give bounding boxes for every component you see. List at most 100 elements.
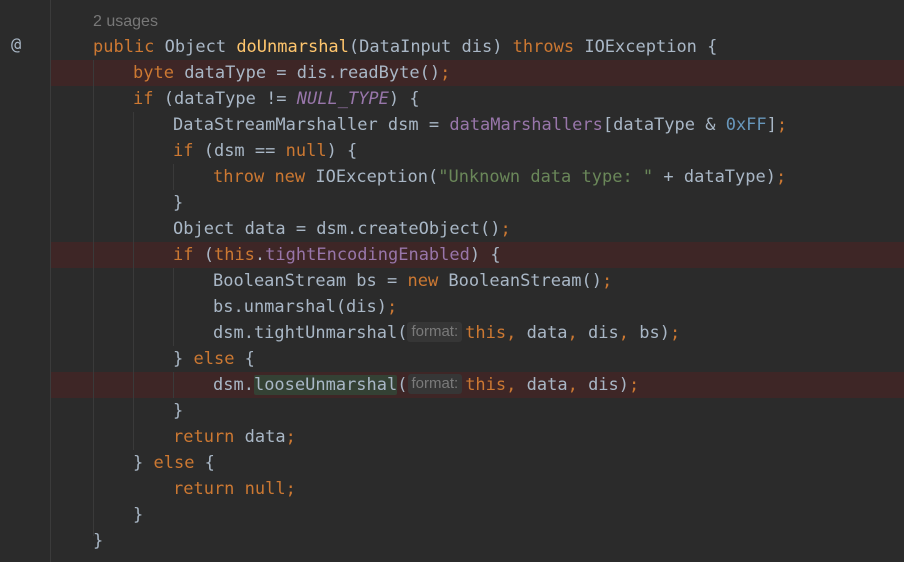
semicolon: ; <box>285 479 296 499</box>
semicolon: ; <box>285 427 296 447</box>
comma: , <box>506 323 517 343</box>
code-text: [dataType & <box>602 115 726 135</box>
keyword-token: new <box>407 271 439 291</box>
code-text: dis) <box>577 375 630 395</box>
code-line[interactable]: dsm.looseUnmarshal(format: this, data, di… <box>93 372 787 398</box>
usages-inlay[interactable]: 2 usages <box>93 8 787 34</box>
code-text: } <box>173 193 184 213</box>
code-text: ( <box>193 245 214 265</box>
code-text: + dataType) <box>653 167 776 187</box>
semicolon: ; <box>669 323 681 343</box>
number-token: 0xFF <box>725 115 767 135</box>
code-text: (dataType != <box>153 89 297 109</box>
comma: , <box>506 375 517 395</box>
comma: , <box>618 323 629 343</box>
keyword-token: if <box>133 89 154 109</box>
string-token: "Unknown data type: " <box>438 167 654 187</box>
code-line[interactable]: BooleanStream bs = new BooleanStream(); <box>93 268 787 294</box>
code-line[interactable]: return null; <box>93 476 787 502</box>
code-text: ) { <box>388 89 420 109</box>
code-line[interactable]: dsm.tightUnmarshal(format: this, data, di… <box>93 320 787 346</box>
code-text: ( <box>397 375 408 395</box>
keyword-token: if <box>173 141 194 161</box>
code-text: IOException( <box>305 167 439 187</box>
keyword-token: throws <box>512 37 575 57</box>
parameter-hint: format: <box>407 374 463 394</box>
code-editor[interactable]: @ 2 usages public Object doUnmarshal(Dat… <box>0 0 904 562</box>
keyword-token: return <box>173 479 235 499</box>
code-line[interactable]: if (dsm == null) { <box>93 138 787 164</box>
keyword-token: byte <box>133 63 174 83</box>
keyword-token: if <box>173 245 194 265</box>
code-text: data <box>516 323 568 343</box>
keyword-token: new <box>274 167 306 187</box>
code-text: } <box>173 401 184 421</box>
code-line[interactable]: DataStreamMarshaller dsm = dataMarshalle… <box>93 112 787 138</box>
code-text: } <box>173 349 194 369</box>
code-text: dsm.tightUnmarshal( <box>213 323 408 343</box>
usages-link[interactable]: 2 usages <box>93 13 158 30</box>
keyword-token: return <box>173 427 235 447</box>
code-text: data <box>516 375 568 395</box>
field-token: tightEncodingEnabled <box>265 245 470 265</box>
editor-gutter[interactable]: @ <box>0 0 51 562</box>
code-text: ) { <box>469 245 501 265</box>
override-marker-icon[interactable]: @ <box>11 35 21 55</box>
code-text: BooleanStream() <box>438 271 602 291</box>
comma: , <box>567 323 578 343</box>
code-text: { <box>234 349 255 369</box>
code-text: dis <box>577 323 619 343</box>
code-area[interactable]: 2 usages public Object doUnmarshal(DataI… <box>93 8 787 554</box>
code-line[interactable]: } <box>93 190 787 216</box>
code-text: { <box>194 453 215 473</box>
keyword-token: this <box>213 245 255 265</box>
keyword-token: public <box>93 37 155 57</box>
parameter-hint: format: <box>407 322 463 342</box>
comma: , <box>567 375 578 395</box>
type-token: Object <box>154 37 237 57</box>
code-line[interactable]: bs.unmarshal(dis); <box>93 294 787 320</box>
code-line[interactable]: } <box>93 398 787 424</box>
code-text: . <box>254 245 266 265</box>
keyword-token: else <box>153 453 195 473</box>
code-text: data <box>234 427 286 447</box>
semicolon: ; <box>775 167 787 187</box>
exception-token: IOException { <box>574 37 718 57</box>
keyword-token: null <box>244 479 286 499</box>
keyword-token: else <box>193 349 235 369</box>
code-text: DataStreamMarshaller dsm = <box>173 115 450 135</box>
code-text: } <box>133 453 154 473</box>
code-line[interactable]: Object data = dsm.createObject(); <box>93 216 787 242</box>
code-text: } <box>133 505 144 525</box>
code-text: bs) <box>629 323 670 343</box>
keyword-token: this <box>465 323 507 343</box>
code-line[interactable]: } <box>93 502 787 528</box>
semicolon: ; <box>440 63 451 83</box>
code-text: BooleanStream bs = <box>213 271 408 291</box>
code-text: ] <box>766 115 777 135</box>
code-line-method-signature[interactable]: public Object doUnmarshal(DataInput dis)… <box>93 34 787 60</box>
params-token: (DataInput dis) <box>348 37 513 57</box>
semicolon: ; <box>776 115 788 135</box>
keyword-token: throw <box>213 167 265 187</box>
keyword-token: null <box>285 141 327 161</box>
semicolon: ; <box>500 219 511 239</box>
code-line[interactable]: } else { <box>93 450 787 476</box>
code-line[interactable]: if (dataType != NULL_TYPE) { <box>93 86 787 112</box>
code-text: dsm. <box>213 375 254 395</box>
code-line[interactable]: } else { <box>93 346 787 372</box>
code-line[interactable]: } <box>93 528 787 554</box>
code-line[interactable]: throw new IOException("Unknown data type… <box>93 164 787 190</box>
method-name-token[interactable]: doUnmarshal <box>236 37 349 57</box>
code-line[interactable]: return data; <box>93 424 787 450</box>
code-line[interactable]: byte dataType = dis.readByte(); <box>93 60 787 86</box>
highlighted-method-token[interactable]: looseUnmarshal <box>253 375 398 395</box>
code-line[interactable]: if (this.tightEncodingEnabled) { <box>93 242 787 268</box>
code-text: dataType = dis.readByte() <box>173 63 441 83</box>
semicolon: ; <box>629 375 640 395</box>
constant-token: NULL_TYPE <box>296 89 389 109</box>
code-text: Object data = dsm.createObject() <box>173 219 501 239</box>
code-text: (dsm == <box>193 141 286 161</box>
code-text: bs.unmarshal(dis) <box>213 297 387 317</box>
keyword-token: this <box>465 375 507 395</box>
